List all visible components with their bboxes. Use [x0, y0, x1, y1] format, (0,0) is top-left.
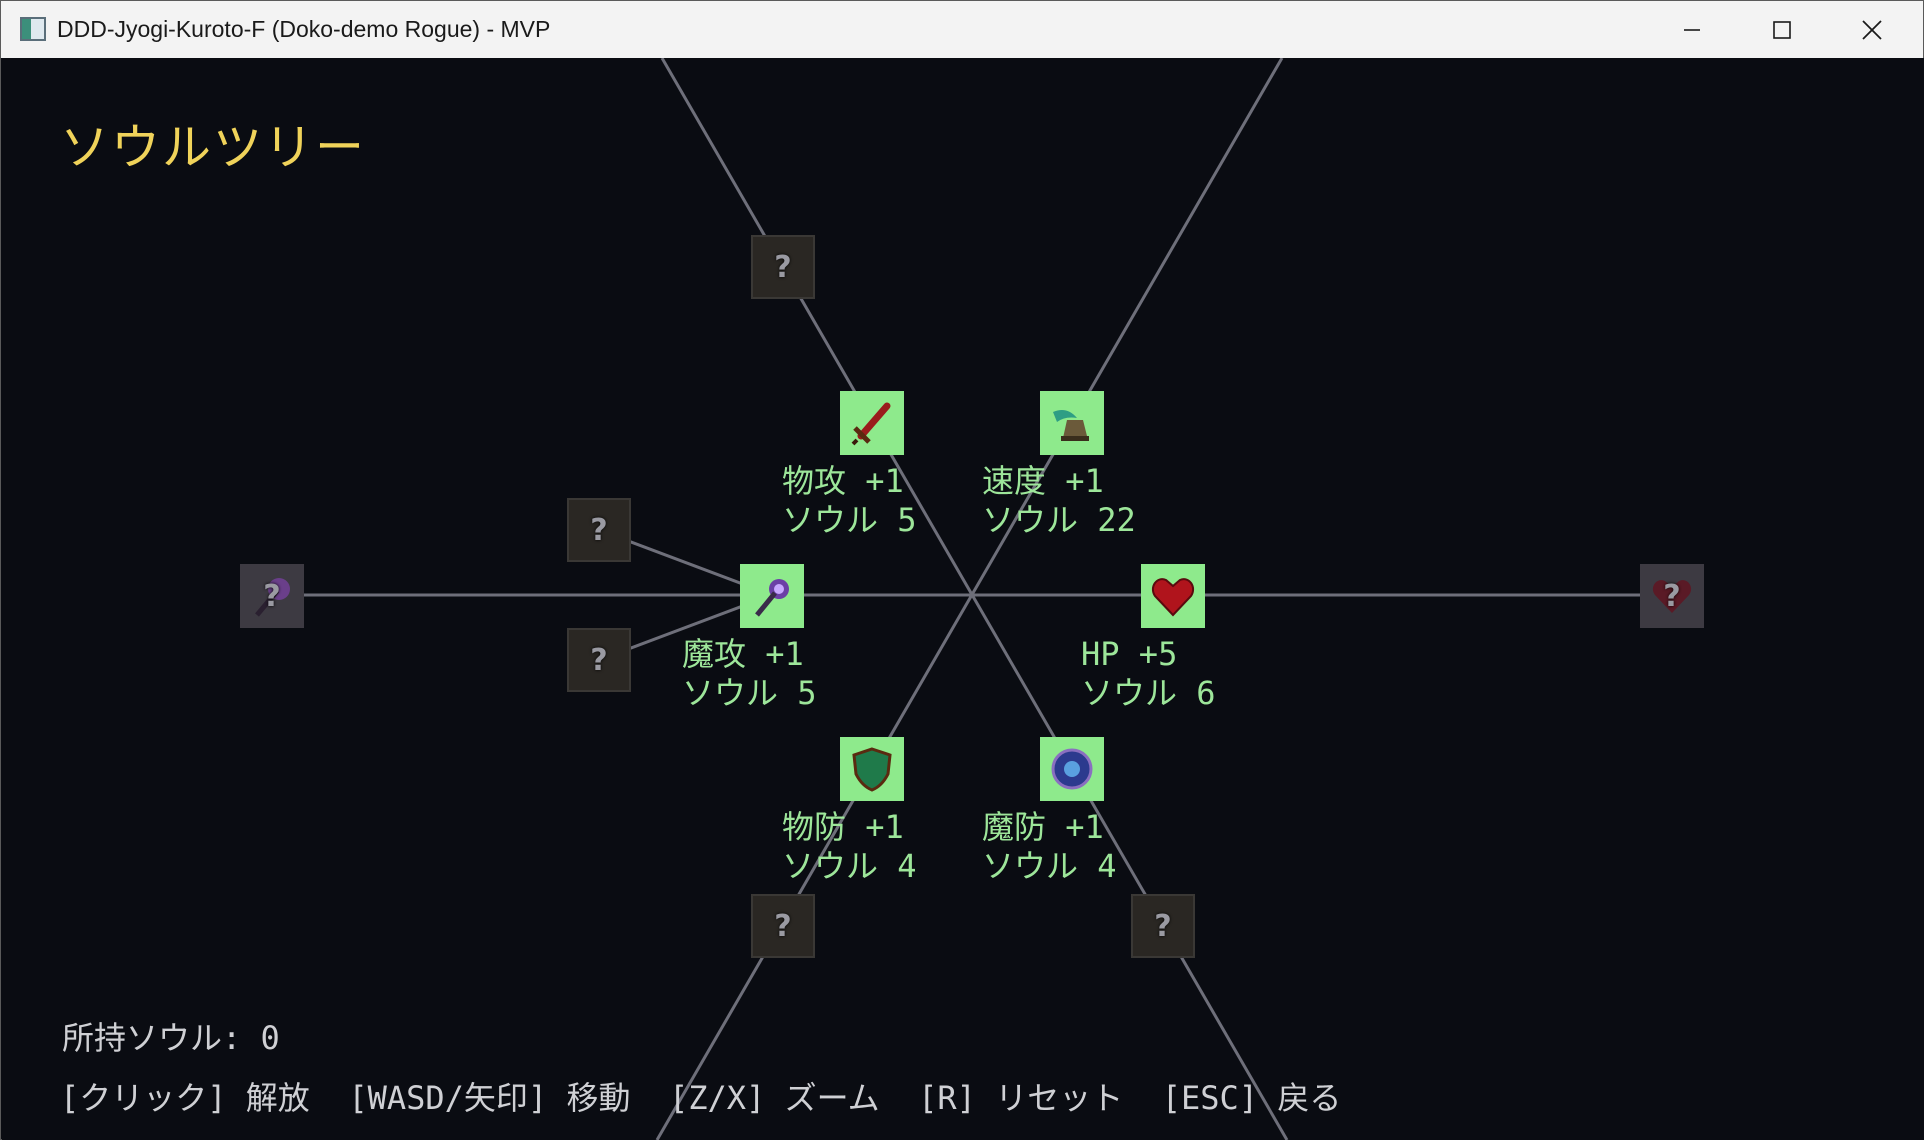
node-mag-atk[interactable]: [740, 564, 804, 628]
node-speed-label: 速度 +1 ソウル 22: [982, 462, 1136, 540]
minimize-button[interactable]: [1647, 1, 1737, 58]
node-phys-atk-label: 物攻 +1 ソウル 5: [782, 462, 917, 540]
node-speed[interactable]: [1040, 391, 1104, 455]
node-phys-def[interactable]: [840, 737, 904, 801]
stat-text: 魔攻 +1: [682, 635, 804, 673]
node-hp[interactable]: [1141, 564, 1205, 628]
unknown-icon: ?: [774, 908, 792, 944]
node-hp-label: HP +5 ソウル 6: [1081, 635, 1216, 713]
unknown-icon: ?: [774, 249, 792, 285]
heart-icon: [1151, 578, 1195, 617]
cost-text: ソウル 4: [982, 847, 1117, 885]
magic-staff-icon: [755, 579, 789, 617]
unknown-icon: ?: [590, 512, 608, 548]
sword-icon: [851, 402, 891, 446]
locked-node-left-upper[interactable]: ?: [567, 498, 631, 562]
maximize-button[interactable]: [1737, 1, 1827, 58]
shield-icon: [852, 747, 892, 792]
stat-text: 物防 +1: [782, 808, 904, 846]
node-mag-def-label: 魔防 +1 ソウル 4: [982, 808, 1117, 886]
game-window: DDD-Jyogi-Kuroto-F (Doko-demo Rogue) - M…: [0, 0, 1924, 1140]
close-icon: [1862, 19, 1882, 40]
app-icon: [20, 17, 46, 41]
stat-text: 速度 +1: [982, 462, 1104, 500]
maximize-icon: [1773, 20, 1791, 39]
minimize-icon: [1684, 28, 1700, 31]
close-button[interactable]: [1827, 1, 1917, 58]
unknown-icon: ?: [1663, 578, 1681, 614]
stat-text: 魔防 +1: [982, 808, 1104, 846]
stat-text: HP +5: [1081, 635, 1178, 673]
cost-text: ソウル 22: [982, 501, 1136, 539]
locked-node-left-lower[interactable]: ?: [567, 628, 631, 692]
locked-node-top[interactable]: ?: [751, 235, 815, 299]
locked-node-bottom-right[interactable]: ?: [1131, 894, 1195, 958]
cost-text: ソウル 6: [1081, 674, 1216, 712]
node-phys-atk[interactable]: [840, 391, 904, 455]
unknown-icon: ?: [1154, 908, 1172, 944]
node-mag-atk-label: 魔攻 +1 ソウル 5: [682, 635, 817, 713]
owned-souls: 所持ソウル: 0: [62, 1019, 280, 1057]
locked-node-bottom-left[interactable]: ?: [751, 894, 815, 958]
locked-node-far-right[interactable]: ?: [1640, 564, 1704, 628]
winged-boot-icon: [1053, 410, 1089, 441]
cost-text: ソウル 5: [682, 674, 817, 712]
node-mag-def[interactable]: [1040, 737, 1104, 801]
window-title: DDD-Jyogi-Kuroto-F (Doko-demo Rogue) - M…: [57, 16, 551, 42]
stat-text: 物攻 +1: [782, 462, 904, 500]
cost-text: ソウル 4: [782, 847, 917, 885]
soul-tree-canvas[interactable]: ソウルツリー ? ? ? ? ? ? ? 物攻 +1 ソウル 5 速度 +1 ソ…: [2, 58, 1924, 1140]
screen-title: ソウルツリー: [60, 119, 367, 176]
title-bar[interactable]: DDD-Jyogi-Kuroto-F (Doko-demo Rogue) - M…: [1, 1, 1923, 58]
locked-node-far-left[interactable]: ?: [240, 564, 304, 628]
controls-help: [クリック] 解放 [WASD/矢印] 移動 [Z/X] ズーム [R] リセッ…: [60, 1079, 1342, 1117]
unknown-icon: ?: [263, 578, 281, 614]
unknown-icon: ?: [590, 642, 608, 678]
cost-text: ソウル 5: [782, 501, 917, 539]
node-phys-def-label: 物防 +1 ソウル 4: [782, 808, 917, 886]
magic-crest-icon: [1051, 748, 1093, 790]
